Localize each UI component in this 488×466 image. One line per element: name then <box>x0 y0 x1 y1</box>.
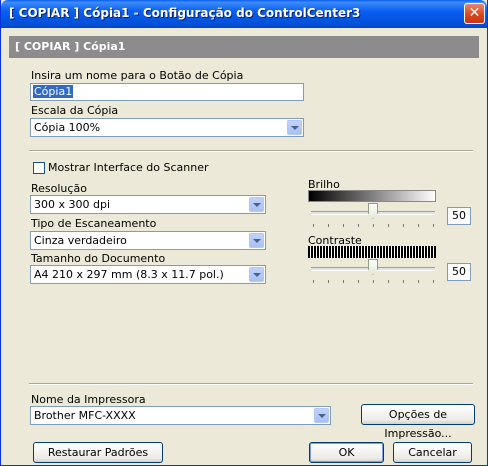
scan-type-value: Cinza verdadeiro <box>34 234 127 247</box>
contrast-value[interactable]: 50 <box>447 263 471 281</box>
title-bar[interactable]: [ COPIAR ] Cópia1 - Configuração do Cont… <box>1 0 487 28</box>
scale-value: Cópia 100% <box>34 121 101 134</box>
document-size-select[interactable]: A4 210 x 297 mm (8.3 x 11.7 pol.) <box>30 265 266 284</box>
section-header: [ COPIAR ] Cópia1 <box>9 36 479 58</box>
resolution-select[interactable]: 300 x 300 dpi <box>30 195 266 214</box>
chevron-down-icon[interactable] <box>249 267 264 282</box>
close-button[interactable]: ✕ <box>464 3 485 24</box>
print-options-button[interactable]: Opções de Impressão... <box>361 404 475 440</box>
divider <box>29 383 473 385</box>
resolution-label: Resolução <box>31 182 87 195</box>
cancel-button[interactable]: Cancelar <box>393 442 472 463</box>
scan-type-select[interactable]: Cinza verdadeiro <box>30 231 266 250</box>
printer-value: Brother MFC-XXXX <box>34 409 136 422</box>
ok-button[interactable]: OK <box>309 442 384 463</box>
copy-name-input[interactable]: Cópia1 <box>30 83 304 101</box>
brightness-gradient <box>308 190 436 202</box>
scale-label: Escala da Cópia <box>31 104 119 117</box>
divider <box>29 150 473 152</box>
chevron-down-icon[interactable] <box>249 233 264 248</box>
brightness-slider-thumb[interactable] <box>368 203 378 219</box>
restore-defaults-button[interactable]: Restaurar Padrões <box>33 442 163 463</box>
scale-select[interactable]: Cópia 100% <box>30 118 304 137</box>
scan-type-label: Tipo de Escaneamento <box>31 217 157 230</box>
name-field-label: Insira um nome para o Botão de Cópia <box>31 69 244 82</box>
document-size-value: A4 210 x 297 mm (8.3 x 11.7 pol.) <box>34 268 224 281</box>
contrast-slider-thumb[interactable] <box>368 259 378 275</box>
printer-select[interactable]: Brother MFC-XXXX <box>30 406 331 425</box>
show-scanner-interface-label: Mostrar Interface do Scanner <box>48 161 209 174</box>
chevron-down-icon[interactable] <box>287 120 302 135</box>
document-size-label: Tamanho do Documento <box>31 252 166 265</box>
contrast-ticks <box>313 280 435 283</box>
chevron-down-icon[interactable] <box>314 408 329 423</box>
chevron-down-icon[interactable] <box>249 197 264 212</box>
copy-name-value: Cópia1 <box>33 85 74 98</box>
brightness-value[interactable]: 50 <box>447 207 471 225</box>
dialog-window: [ COPIAR ] Cópia1 - Configuração do Cont… <box>0 0 488 466</box>
printer-label: Nome da Impressora <box>31 393 146 406</box>
window-title: [ COPIAR ] Cópia1 - Configuração do Cont… <box>9 6 361 20</box>
close-icon: ✕ <box>468 5 481 21</box>
contrast-pattern <box>308 246 436 258</box>
show-scanner-interface-checkbox[interactable] <box>33 162 45 174</box>
brightness-ticks <box>313 224 435 227</box>
resolution-value: 300 x 300 dpi <box>34 198 111 211</box>
